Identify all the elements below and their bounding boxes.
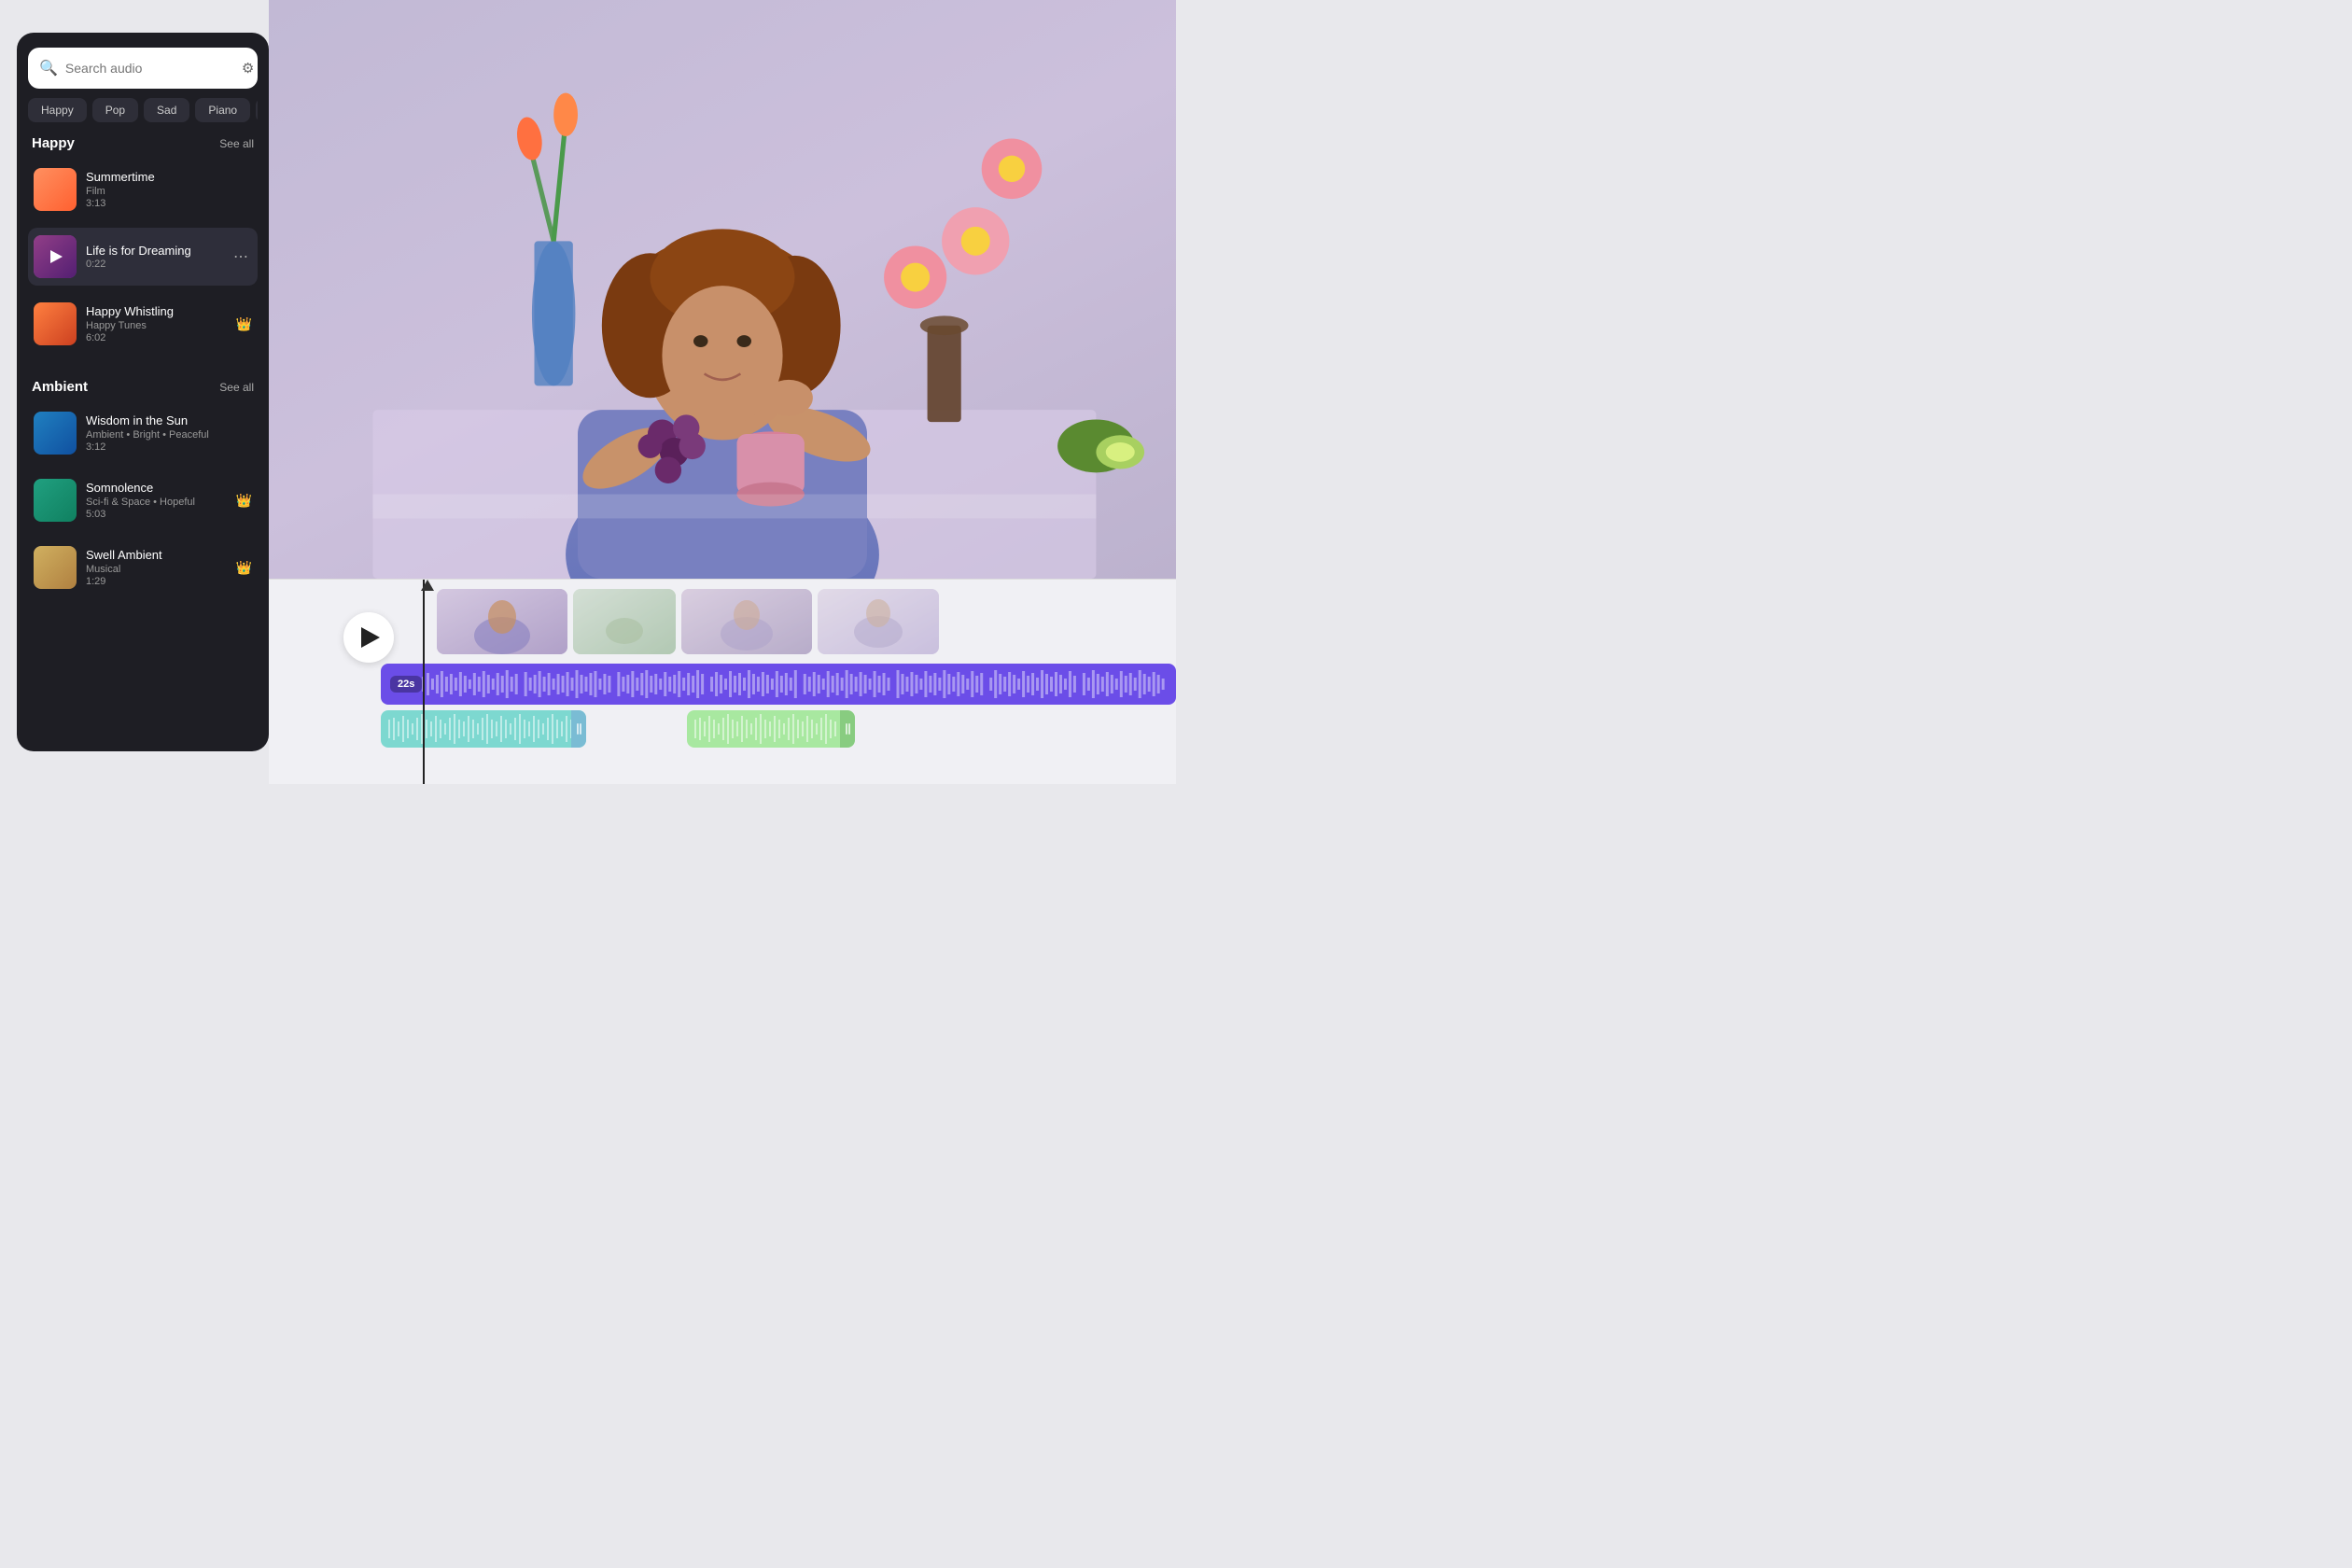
tag-jazz[interactable]: Jazz [256, 98, 258, 122]
search-input[interactable] [65, 61, 234, 76]
track-thumb-somnolence [34, 479, 77, 522]
filter-icon[interactable]: ⚙ [242, 60, 254, 77]
timeline-area: 22s [269, 579, 1176, 784]
track-genre-somnolence: Sci-fi & Space • Hopeful [86, 497, 227, 508]
track-name-swell-ambient: Swell Ambient [86, 548, 227, 562]
track-info-life-dreaming: Life is for Dreaming 0:22 [86, 244, 220, 270]
play-triangle-large-icon [361, 627, 380, 648]
track-info-swell-ambient: Swell Ambient Musical 1:29 [86, 548, 227, 587]
timeline-playhead [423, 580, 425, 784]
track-genre-wisdom: Ambient • Bright • Peaceful [86, 429, 252, 441]
track-swell-ambient[interactable]: Swell Ambient Musical 1:29 👑 [28, 539, 258, 596]
video-preview [269, 0, 1176, 579]
thumbnail-2 [573, 589, 676, 654]
track-name-life-dreaming: Life is for Dreaming [86, 244, 220, 258]
track-genre-happy-whistling: Happy Tunes [86, 320, 227, 331]
clip-handle-teal[interactable] [571, 710, 586, 748]
track-name-wisdom: Wisdom in the Sun [86, 413, 252, 427]
track-somnolence[interactable]: Somnolence Sci-fi & Space • Hopeful 5:03… [28, 471, 258, 529]
track-summertime[interactable]: Summertime Film 3:13 [28, 161, 258, 218]
track-duration-life-dreaming: 0:22 [86, 259, 220, 270]
audio-clip-green[interactable] [687, 710, 855, 748]
right-panel: 22s [269, 0, 1176, 784]
happy-section-header: Happy See all [28, 132, 258, 151]
waveform-bars [422, 669, 1167, 699]
crown-icon-somnolence: 👑 [236, 493, 252, 509]
track-art-wisdom [34, 412, 77, 455]
track-duration-wisdom: 3:12 [86, 441, 252, 453]
play-button-timeline[interactable] [343, 612, 394, 663]
video-scene-svg [269, 0, 1176, 579]
track-wisdom[interactable]: Wisdom in the Sun Ambient • Bright • Pea… [28, 404, 258, 462]
track-genre-swell-ambient: Musical [86, 564, 227, 575]
track-duration-swell-ambient: 1:29 [86, 576, 227, 587]
track-info-somnolence: Somnolence Sci-fi & Space • Hopeful 5:03 [86, 481, 227, 520]
tag-happy[interactable]: Happy [28, 98, 87, 122]
track-name-happy-whistling: Happy Whistling [86, 304, 227, 318]
video-preview-inner [269, 0, 1176, 579]
tags-row: Happy Pop Sad Piano Jazz Bi› [28, 98, 258, 122]
tag-pop[interactable]: Pop [92, 98, 138, 122]
playhead-marker-icon [421, 580, 434, 591]
track-art-somnolence [34, 479, 77, 522]
track-thumb-life-dreaming [34, 235, 77, 278]
ambient-section-header: Ambient See all [28, 375, 258, 395]
thumbnails-strip [269, 580, 1176, 664]
search-icon: 🔍 [39, 59, 58, 77]
happy-title: Happy [32, 135, 75, 151]
audio-clips-row [381, 710, 1176, 751]
track-thumb-swell-ambient [34, 546, 77, 589]
track-life-dreaming[interactable]: Life is for Dreaming 0:22 ⋯ [28, 228, 258, 286]
track-thumb-happy-whistling [34, 302, 77, 345]
thumbnail-3 [681, 589, 812, 654]
crown-icon-happy-whistling: 👑 [236, 316, 252, 332]
ambient-title: Ambient [32, 379, 88, 395]
audio-clip-teal[interactable] [381, 710, 586, 748]
track-art-happy-whistling [34, 302, 77, 345]
audio-panel: 🔍 ⚙ Happy Pop Sad Piano Jazz Bi› Happy S… [17, 33, 269, 751]
track-thumb-wisdom [34, 412, 77, 455]
clip-handle-green[interactable] [840, 710, 855, 748]
track-info-wisdom: Wisdom in the Sun Ambient • Bright • Pea… [86, 413, 252, 453]
happy-see-all[interactable]: See all [219, 137, 254, 150]
track-duration-happy-whistling: 6:02 [86, 332, 227, 343]
track-art-swell-ambient [34, 546, 77, 589]
crown-icon-swell-ambient: 👑 [236, 560, 252, 576]
purple-waveform-track[interactable]: 22s [381, 664, 1176, 705]
track-genre-summertime: Film [86, 186, 252, 197]
track-info-summertime: Summertime Film 3:13 [86, 170, 252, 209]
play-overlay-life-dreaming [34, 235, 77, 278]
waveform-time-label: 22s [390, 676, 422, 693]
track-art-summertime [34, 168, 77, 211]
track-thumb-summertime [34, 168, 77, 211]
search-bar[interactable]: 🔍 ⚙ [28, 48, 258, 89]
thumbnail-4 [818, 589, 939, 654]
track-duration-somnolence: 5:03 [86, 509, 227, 520]
track-duration-summertime: 3:13 [86, 198, 252, 209]
track-name-summertime: Summertime [86, 170, 252, 184]
track-happy-whistling[interactable]: Happy Whistling Happy Tunes 6:02 👑 [28, 295, 258, 353]
play-triangle-icon [50, 250, 63, 263]
tag-piano[interactable]: Piano [195, 98, 250, 122]
thumbnail-1 [437, 589, 567, 654]
track-name-somnolence: Somnolence [86, 481, 227, 495]
tag-sad[interactable]: Sad [144, 98, 189, 122]
track-info-happy-whistling: Happy Whistling Happy Tunes 6:02 [86, 304, 227, 343]
ambient-see-all[interactable]: See all [219, 381, 254, 394]
track-more-button[interactable]: ⋯ [230, 244, 252, 270]
